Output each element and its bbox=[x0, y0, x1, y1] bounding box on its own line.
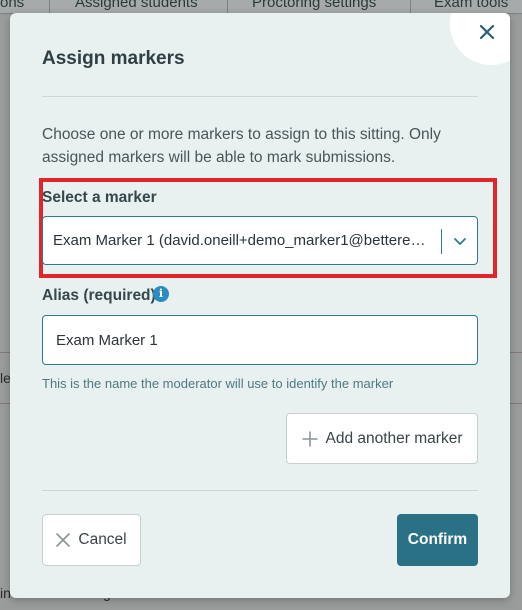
alias-input[interactable] bbox=[42, 315, 478, 365]
add-another-marker-label: Add another marker bbox=[325, 429, 463, 447]
add-another-marker-button[interactable]: Add another marker bbox=[286, 413, 478, 464]
select-separator bbox=[441, 229, 442, 254]
background-tab-bar: ons Assigned students Proctoring setting… bbox=[0, 0, 522, 14]
background-tab: ons bbox=[0, 0, 25, 11]
select-marker-label: Select a marker bbox=[42, 189, 157, 206]
marker-select-value: Exam Marker 1 (david.oneill+demo_marker1… bbox=[53, 232, 426, 249]
cancel-button[interactable]: Cancel bbox=[42, 514, 141, 566]
background-tab: Exam tools bbox=[434, 0, 509, 11]
close-icon bbox=[479, 24, 495, 40]
marker-select[interactable]: Exam Marker 1 (david.oneill+demo_marker1… bbox=[42, 216, 478, 265]
dialog-description: Choose one or more markers to assign to … bbox=[42, 126, 441, 166]
header-divider bbox=[42, 96, 478, 97]
confirm-button[interactable]: Confirm bbox=[397, 514, 478, 566]
tab-separator bbox=[227, 0, 228, 14]
close-button[interactable] bbox=[474, 19, 500, 45]
assign-markers-dialog: Assign markers Choose one or more marker… bbox=[10, 13, 510, 598]
cancel-label: Cancel bbox=[78, 531, 127, 548]
chevron-down-icon[interactable] bbox=[451, 232, 469, 250]
tab-separator bbox=[49, 0, 50, 14]
dialog-title: Assign markers bbox=[42, 48, 185, 69]
info-icon[interactable]: i bbox=[153, 286, 169, 302]
background-tab: Proctoring settings bbox=[252, 0, 377, 11]
x-icon bbox=[56, 533, 71, 547]
background-tab: Assigned students bbox=[75, 0, 198, 11]
tab-separator bbox=[410, 0, 411, 14]
confirm-label: Confirm bbox=[407, 531, 468, 548]
dialog-clip bbox=[10, 13, 510, 598]
alias-hint: This is the name the moderator will use … bbox=[42, 376, 394, 391]
footer-divider bbox=[42, 490, 478, 491]
alias-label: Alias (required) bbox=[42, 287, 156, 304]
plus-icon bbox=[301, 430, 318, 447]
